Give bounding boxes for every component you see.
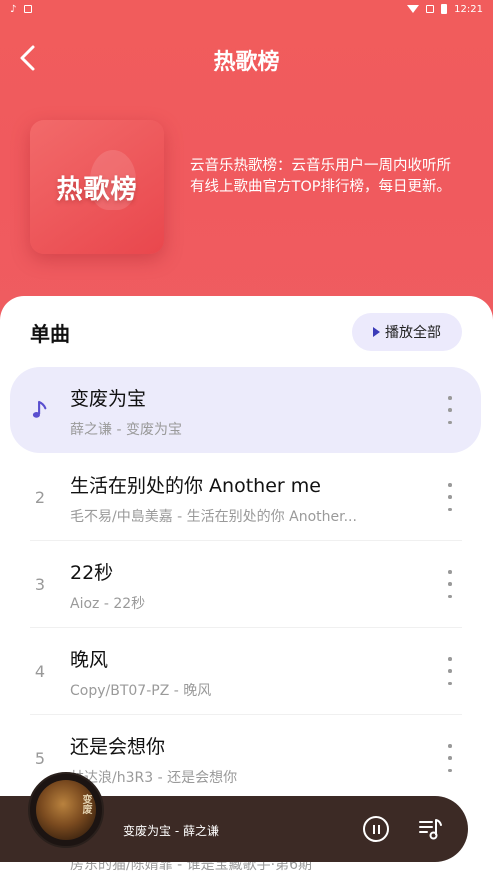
battery-icon xyxy=(441,4,448,14)
play-all-label: 播放全部 xyxy=(385,325,441,341)
now-playing-indicator xyxy=(32,367,48,453)
status-time: 12:21 xyxy=(454,3,483,15)
more-options-icon[interactable] xyxy=(443,744,457,772)
section-title: 单曲 xyxy=(30,322,70,346)
playlist-icon xyxy=(419,819,442,840)
play-icon xyxy=(373,327,380,337)
song-title: 生活在别处的你 Another me xyxy=(70,475,321,497)
playlist-description: 云音乐热歌榜：云音乐用户一周内收听所有线上歌曲官方TOP排行榜，每日更新。 xyxy=(190,158,452,195)
music-note-icon: ♪ xyxy=(10,3,17,15)
song-title: 晚风 xyxy=(70,649,109,671)
more-options-icon[interactable] xyxy=(443,396,457,424)
more-options-icon[interactable] xyxy=(443,483,457,511)
song-title: 22秒 xyxy=(70,562,114,584)
song-title: 变废为宝 xyxy=(70,388,147,410)
song-artist: Aioz - 22秒 xyxy=(70,596,146,612)
status-bar: ♪ 12:21 xyxy=(0,0,493,18)
more-options-icon[interactable] xyxy=(443,657,457,685)
song-artist: 林达浪/h3R3 - 还是会想你 xyxy=(70,770,238,786)
album-art-label: 变废 xyxy=(80,794,91,814)
top-bar: 热歌榜 xyxy=(0,36,493,80)
pause-icon xyxy=(372,824,375,834)
song-rank: 2 xyxy=(34,487,46,507)
song-artist: 毛不易/中島美嘉 - 生活在别处的你 Another... xyxy=(70,509,357,525)
wifi-icon xyxy=(407,5,420,13)
song-artist: Copy/BT07-PZ - 晚风 xyxy=(70,683,212,699)
pause-button[interactable] xyxy=(363,816,389,842)
more-options-icon[interactable] xyxy=(443,570,457,598)
song-rank: 3 xyxy=(34,574,46,594)
album-art: 变废 xyxy=(36,780,96,840)
song-row[interactable]: 4 晚风 Copy/BT07-PZ - 晚风 xyxy=(10,628,481,714)
play-all-button[interactable]: 播放全部 xyxy=(352,313,462,351)
song-row[interactable]: 变废为宝 薛之谦 - 变废为宝 xyxy=(10,367,481,453)
signal-icon xyxy=(426,5,435,13)
playlist-cover: 热歌榜 xyxy=(30,120,164,254)
page-title: 热歌榜 xyxy=(213,50,280,75)
song-row[interactable]: 3 22秒 Aioz - 22秒 xyxy=(10,541,481,627)
music-note-icon xyxy=(32,400,47,418)
notification-icon xyxy=(24,5,33,13)
song-row[interactable]: 2 生活在别处的你 Another me 毛不易/中島美嘉 - 生活在别处的你 … xyxy=(10,454,481,540)
song-title: 还是会想你 xyxy=(70,736,166,758)
song-rank: 4 xyxy=(34,661,46,681)
cover-title: 热歌榜 xyxy=(56,174,138,205)
song-artist: 薛之谦 - 变废为宝 xyxy=(70,422,182,438)
player-track-info: 变废为宝 - 薛之谦 xyxy=(123,824,219,838)
playlist-button[interactable] xyxy=(418,816,444,842)
album-disc[interactable]: 变废 xyxy=(28,772,104,848)
